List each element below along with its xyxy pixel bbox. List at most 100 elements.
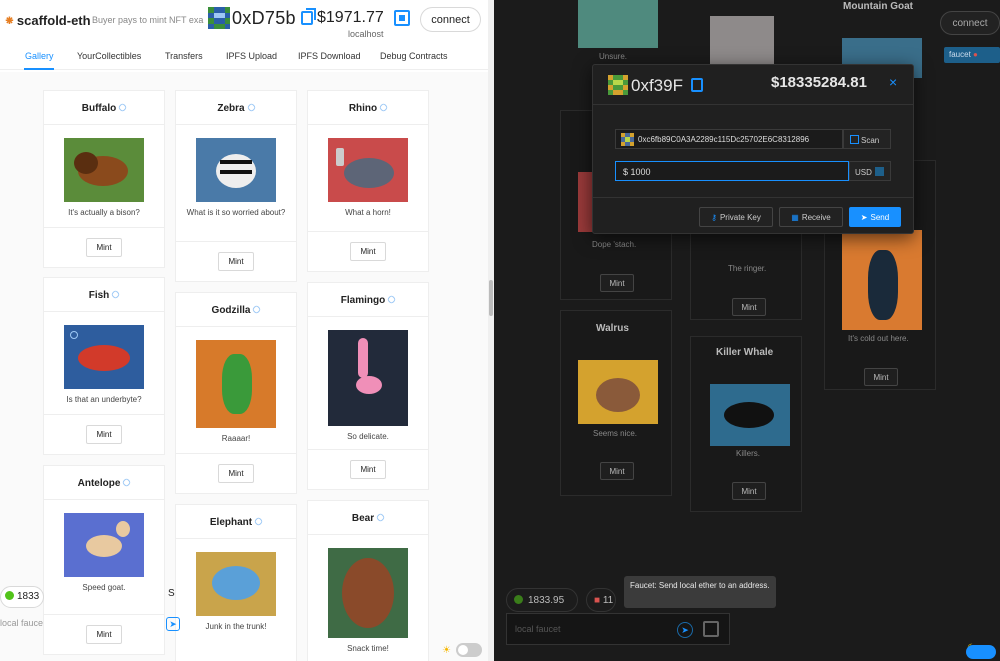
card-title: Bear xyxy=(351,513,375,524)
modal-address: 0xf39F xyxy=(631,76,683,95)
bear-image xyxy=(328,548,408,638)
mint-button[interactable]: Mint xyxy=(86,625,122,644)
send-icon[interactable]: ➤ xyxy=(166,617,180,631)
eth-icon xyxy=(5,591,14,600)
local-balance-2[interactable]: ■ 11 xyxy=(586,588,616,612)
tab-ipfs-download[interactable]: IPFS Download xyxy=(298,51,361,61)
faucet-input[interactable]: local faucet xyxy=(515,624,561,634)
mint-button[interactable]: Mint xyxy=(350,460,386,479)
mint-button[interactable]: Mint xyxy=(86,425,122,444)
zebra-image xyxy=(196,138,276,202)
to-address-field[interactable]: 0xc6fb89C0A3A2289c115Dc25702E6C8312896 xyxy=(615,129,843,149)
copy-icon[interactable] xyxy=(691,78,703,92)
card-caption: Killers. xyxy=(736,449,761,458)
mint-button[interactable]: Mint xyxy=(732,298,766,316)
send-button[interactable]: ➤ Send xyxy=(849,207,901,227)
faucet-input[interactable]: local fauce xyxy=(0,618,44,628)
amount-field[interactable]: $ 1000 xyxy=(615,161,849,181)
gallery: Buffalo It's actually a bison? Mint Fish… xyxy=(0,72,488,661)
card-caption: It's cold out here. xyxy=(848,334,909,343)
account-address[interactable]: 0xD75b xyxy=(208,7,316,29)
mint-button[interactable]: Mint xyxy=(600,462,634,480)
theme-toggle[interactable] xyxy=(966,645,996,659)
tab-ipfs-upload[interactable]: IPFS Upload xyxy=(226,51,277,61)
scan-button[interactable]: Scan xyxy=(843,129,891,149)
connect-button[interactable]: connect xyxy=(940,11,1000,35)
wallet-icon[interactable] xyxy=(703,621,719,637)
hippo-image xyxy=(578,0,658,48)
card-title: Flamingo xyxy=(340,295,386,306)
link-icon[interactable] xyxy=(252,304,262,315)
nft-card: Fish Is that an underbyte? Mint xyxy=(43,277,165,455)
link-icon[interactable] xyxy=(378,102,389,113)
faucet-row: local faucet ➤ xyxy=(506,613,730,645)
currency-toggle[interactable]: USD xyxy=(849,161,891,181)
modal-header: 0xf39F $18335284.81 × xyxy=(593,65,913,105)
link-icon[interactable] xyxy=(253,516,264,527)
local-balance[interactable]: 1833.95 xyxy=(506,588,578,612)
bug-icon: ■ xyxy=(594,595,601,606)
mint-button[interactable]: Mint xyxy=(218,252,254,271)
card-title: Zebra xyxy=(217,103,245,114)
mint-button[interactable]: Mint xyxy=(218,464,254,483)
mint-button[interactable]: Mint xyxy=(864,368,898,386)
balance[interactable]: $1971.77 xyxy=(317,9,384,27)
qr-icon xyxy=(850,135,859,144)
tab-yourcollectibles[interactable]: YourCollectibles xyxy=(77,51,141,61)
nft-card: Elephant Junk in the trunk! xyxy=(175,504,297,661)
local-balance[interactable]: 1833 xyxy=(0,586,44,608)
card-caption: Dope 'stach. xyxy=(592,240,637,249)
faucet-tag[interactable]: faucet ● xyxy=(944,47,1000,63)
brand[interactable]: ⁕ scaffold-eth xyxy=(4,13,91,29)
nft-card: Buffalo It's actually a bison? Mint xyxy=(43,90,165,268)
card-caption: So delicate. xyxy=(347,432,389,441)
nft-card: Antelope Speed goat. Mint xyxy=(43,465,165,655)
network-label: localhost xyxy=(348,29,384,39)
card-caption: Snack time! xyxy=(347,644,389,653)
header: ⁕ scaffold-eth Buyer pays to mint NFT exa… xyxy=(0,0,488,40)
tab-debug-contracts[interactable]: Debug Contracts xyxy=(380,51,448,61)
card-title: Godzilla xyxy=(211,305,251,316)
nft-card: Zebra What is it so worried about? Mint xyxy=(175,90,297,282)
tagline: Buyer pays to mint NFT exa xyxy=(92,15,204,25)
private-key-button[interactable]: ⚷ Private Key xyxy=(699,207,773,227)
mint-button[interactable]: Mint xyxy=(350,242,386,261)
tab-gallery[interactable]: Gallery xyxy=(25,51,54,61)
card-title: Killer Whale xyxy=(716,347,774,358)
copy-icon[interactable] xyxy=(300,8,316,25)
tab-transfers[interactable]: Transfers xyxy=(165,51,203,61)
wallet-modal: 0xf39F $18335284.81 × 0xc6fb89C0A3A2289c… xyxy=(592,64,914,234)
theme-toggle[interactable] xyxy=(456,643,482,657)
wallet-icon[interactable] xyxy=(394,10,410,26)
link-icon[interactable] xyxy=(110,289,121,300)
link-icon[interactable] xyxy=(117,102,128,113)
link-icon[interactable] xyxy=(121,477,132,488)
penguin-image xyxy=(842,230,922,330)
card-caption: Raaaar! xyxy=(221,434,251,443)
link-icon[interactable] xyxy=(246,102,257,113)
mint-button[interactable]: Mint xyxy=(86,238,122,257)
mint-button[interactable]: Mint xyxy=(732,482,766,500)
nft-card: Rhino What a horn! Mint xyxy=(307,90,429,272)
address-avatar xyxy=(621,133,634,146)
card-caption: What a horn! xyxy=(345,208,391,217)
send-icon[interactable]: ➤ xyxy=(677,622,693,638)
dark-app-window: connect faucet ● Unsure. Mountain Goat D… xyxy=(494,0,1000,661)
receive-button[interactable]: ▦ Receive xyxy=(779,207,843,227)
scrollbar-thumb[interactable] xyxy=(489,280,493,316)
link-icon[interactable] xyxy=(375,512,386,523)
nav-tabs: Gallery YourCollectibles Transfers IPFS … xyxy=(0,44,488,70)
mint-button[interactable]: Mint xyxy=(600,274,634,292)
fish-image xyxy=(64,325,144,389)
link-icon[interactable] xyxy=(386,294,397,305)
to-address-value: 0xc6fb89C0A3A2289c115Dc25702E6C8312896 xyxy=(638,135,810,144)
sun-icon: ☀ xyxy=(442,645,451,656)
send-icon: ➤ xyxy=(860,212,868,222)
nft-card: Bear Snack time! xyxy=(307,500,429,661)
card-title: Buffalo xyxy=(81,103,117,114)
connect-button[interactable]: connect xyxy=(420,7,481,32)
card-caption: Seems nice. xyxy=(593,429,638,438)
close-icon[interactable]: × xyxy=(889,74,897,90)
modal-balance: $18335284.81 xyxy=(771,74,867,91)
avatar xyxy=(608,75,628,95)
